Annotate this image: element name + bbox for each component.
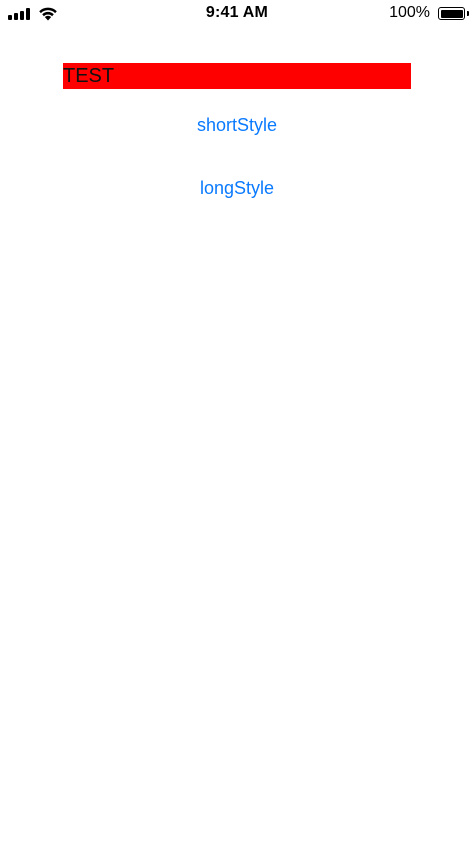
short-style-button[interactable]: shortStyle: [0, 115, 474, 136]
status-bar: 9:41 AM 100%: [0, 0, 474, 28]
battery-percentage: 100%: [389, 4, 430, 21]
test-label: TEST: [63, 63, 411, 89]
battery-fill: [440, 9, 463, 18]
battery-icon: [438, 7, 469, 20]
long-style-button[interactable]: longStyle: [0, 178, 474, 199]
